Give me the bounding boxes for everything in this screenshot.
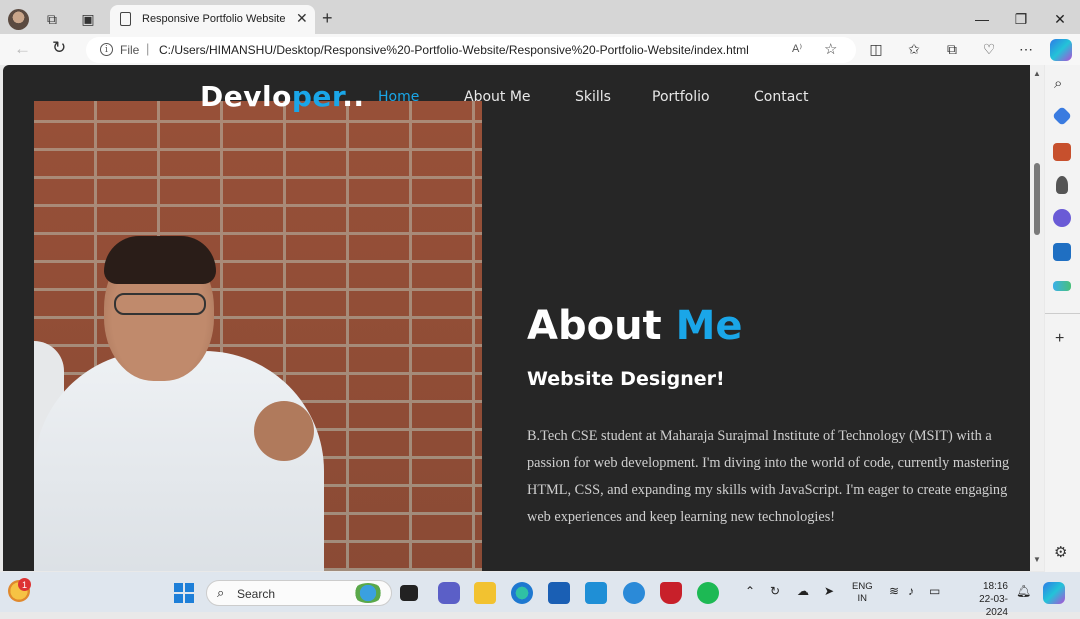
minimize-icon[interactable]: — [972, 9, 992, 29]
about-heading: About Me [527, 303, 743, 349]
file-explorer-icon[interactable] [474, 582, 496, 604]
weather-badge: 1 [18, 578, 31, 591]
add-icon[interactable]: + [1055, 330, 1064, 348]
scroll-up-arrow-icon[interactable]: ▲ [1033, 69, 1041, 78]
address-field[interactable]: i File | C:/Users/HIMANSHU/Desktop/Respo… [86, 37, 856, 63]
address-bar-row: ← ↻ i File | C:/Users/HIMANSHU/Desktop/R… [0, 34, 1080, 65]
tab-active[interactable]: Responsive Portfolio Website ✕ [110, 5, 315, 35]
photo-hand [254, 401, 314, 461]
collections-icon[interactable]: ⧉ [942, 39, 962, 59]
browser-essentials-icon[interactable]: ♡ [979, 39, 999, 59]
settings-gear-icon[interactable]: ⚙ [1054, 543, 1067, 561]
outlook-icon[interactable] [1053, 243, 1071, 261]
document-icon [120, 12, 131, 26]
copilot-taskbar-icon[interactable] [1043, 582, 1065, 604]
back-button[interactable]: ← [14, 39, 31, 59]
edge-sidebar: ⌕ + ⚙ [1045, 65, 1080, 572]
photo-person-glasses [114, 293, 206, 315]
lang-line-1: ENG [852, 581, 873, 592]
new-tab-button[interactable]: + [322, 8, 333, 29]
file-label: File [120, 43, 140, 57]
tools-icon[interactable] [1053, 143, 1071, 161]
spotify-icon[interactable] [697, 582, 719, 604]
about-heading-part-1: About [527, 303, 676, 349]
microsoft-365-icon[interactable] [1053, 209, 1071, 227]
notification-bell-icon[interactable]: 🔔︎ [1016, 584, 1031, 598]
nav-about[interactable]: About Me [464, 89, 531, 105]
scroll-down-arrow-icon[interactable]: ▼ [1033, 555, 1041, 564]
web-page-viewport: Devloper.. Home About Me Skills Portfoli… [3, 65, 1030, 571]
windows-taskbar: 1 ⌕ Search ⌃ ↻ ☁ ➤ ENG IN ≋ ♪ ▭ 18:16 22-0… [0, 572, 1080, 618]
close-window-icon[interactable]: ✕ [1050, 9, 1070, 29]
about-paragraph: B.Tech CSE student at Maharaja Surajmal … [527, 428, 1010, 525]
task-view-icon[interactable] [400, 585, 418, 601]
logo-part-3: .. [342, 80, 365, 113]
shopping-tag-icon[interactable] [1052, 106, 1072, 126]
photo-person-hair [104, 236, 216, 284]
favorite-star-icon[interactable]: ☆ [824, 40, 837, 58]
split-screen-icon[interactable]: ◫ [866, 39, 886, 59]
clock-time: 18:16 [982, 581, 1008, 592]
nav-home[interactable]: Home [378, 89, 419, 105]
scroll-thumb[interactable] [1034, 163, 1040, 235]
location-icon[interactable]: ➤ [824, 584, 834, 598]
tray-chevron-icon[interactable]: ⌃ [745, 584, 755, 598]
browser-tab-bar: ⧉ ▣ Responsive Portfolio Website ✕ + — ❐… [0, 0, 1080, 35]
tab-actions-icon[interactable]: ▣ [78, 9, 98, 29]
sync-icon[interactable]: ↻ [770, 584, 780, 598]
wifi-icon[interactable]: ≋ [889, 584, 899, 598]
search-highlight-icon [353, 583, 383, 603]
games-icon[interactable] [1056, 176, 1068, 194]
url-text[interactable]: C:/Users/HIMANSHU/Desktop/Responsive%20-… [159, 43, 749, 57]
mcafee-icon[interactable] [660, 582, 682, 604]
about-heading-part-2: Me [675, 303, 743, 349]
volume-icon[interactable]: ♪ [908, 584, 914, 598]
info-icon[interactable]: i [100, 43, 113, 56]
copilot-icon[interactable] [1050, 39, 1072, 61]
sidebar-divider [1045, 313, 1080, 314]
workspaces-icon[interactable]: ⧉ [42, 9, 62, 29]
tab-title: Responsive Portfolio Website [142, 13, 286, 25]
nav-skills[interactable]: Skills [575, 89, 611, 105]
site-logo[interactable]: Devloper.. [200, 80, 364, 113]
search-label: Search [237, 587, 276, 601]
language-indicator[interactable]: ENG IN [852, 581, 873, 605]
favorites-icon[interactable]: ✩ [904, 39, 924, 59]
search-icon: ⌕ [217, 585, 225, 600]
page-scrollbar[interactable]: ▲ ▼ [1030, 65, 1044, 571]
taskbar-search[interactable]: ⌕ Search [206, 580, 392, 606]
edge-taskbar-icon[interactable] [511, 582, 533, 604]
logo-part-1: Devlo [200, 80, 292, 113]
myhp-icon[interactable] [585, 582, 607, 604]
clock[interactable]: 18:16 22-03-2024 [958, 580, 1008, 619]
nav-contact[interactable]: Contact [754, 89, 808, 105]
teams-icon[interactable] [438, 582, 460, 604]
battery-icon[interactable]: ▭ [929, 584, 940, 598]
logo-part-2: per [291, 80, 343, 113]
tab-close-icon[interactable]: ✕ [296, 10, 308, 27]
store-icon[interactable] [548, 582, 570, 604]
refresh-button[interactable]: ↻ [52, 38, 66, 58]
more-menu-icon[interactable]: ⋯ [1016, 39, 1036, 59]
nav-portfolio[interactable]: Portfolio [652, 89, 710, 105]
url-separator: | [146, 41, 150, 56]
profile-avatar[interactable] [8, 9, 29, 30]
lang-line-2: IN [857, 593, 868, 604]
drop-icon[interactable] [1053, 281, 1071, 291]
restore-icon[interactable]: ❐ [1011, 9, 1031, 29]
profile-photo [34, 101, 482, 571]
help-icon[interactable] [623, 582, 645, 604]
about-subheading: Website Designer! [527, 368, 725, 390]
clock-date: 22-03-2024 [979, 594, 1008, 618]
start-button[interactable] [174, 583, 194, 603]
photo-person-shirt [34, 351, 324, 571]
onedrive-icon[interactable]: ☁ [797, 584, 809, 598]
search-icon[interactable]: ⌕ [1054, 75, 1062, 92]
read-aloud-icon[interactable]: A⁾ [792, 42, 802, 55]
